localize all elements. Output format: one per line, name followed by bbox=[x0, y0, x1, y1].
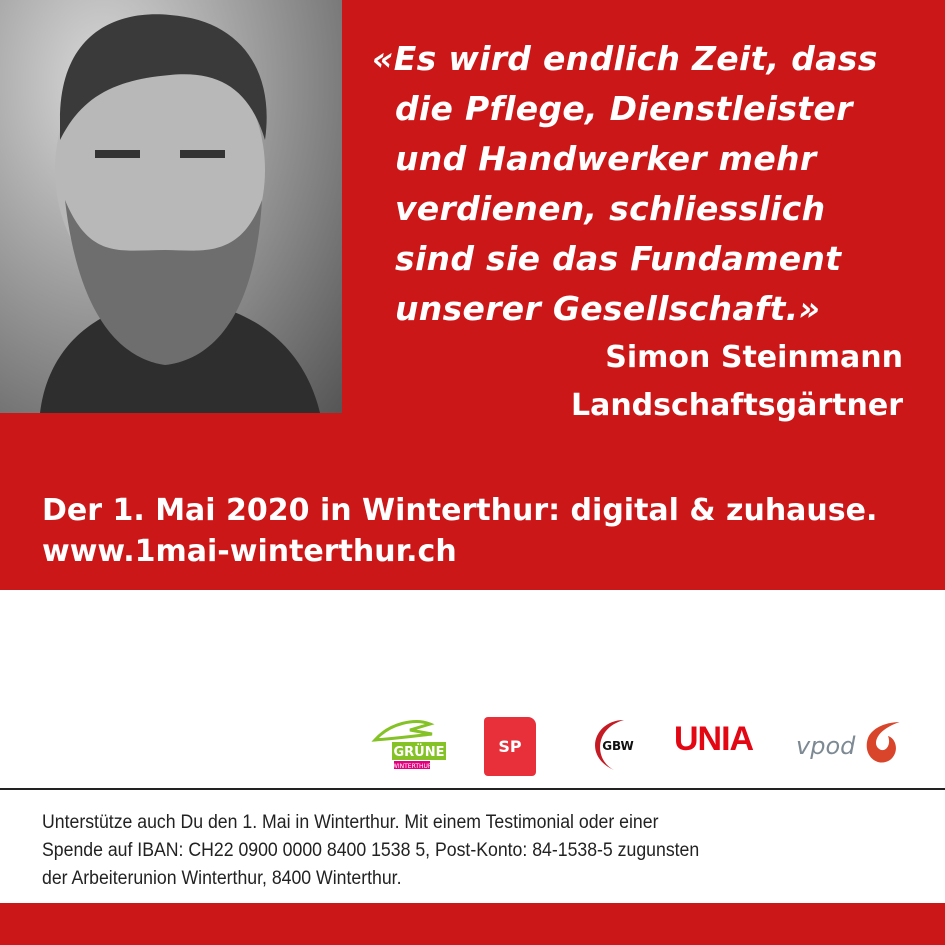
quote-line: die Pflege, Dienstleister bbox=[395, 89, 853, 128]
donation-info: Unterstütze auch Du den 1. Mai in Winter… bbox=[42, 809, 699, 893]
vpod-logo: vpod bbox=[796, 716, 908, 772]
svg-text:WINTERTHUR: WINTERTHUR bbox=[392, 763, 432, 770]
info-line: Spende auf IBAN: CH22 0900 0000 8400 153… bbox=[42, 840, 700, 861]
attribution: Simon Steinmann Landschaftsgärtner bbox=[571, 334, 903, 430]
quote-line: und Handwerker mehr bbox=[395, 139, 817, 178]
event-line: Der 1. Mai 2020 in Winterthur: digital &… bbox=[42, 493, 878, 528]
gruene-logo: GRÜNE WINTERTHUR bbox=[370, 718, 446, 774]
event-info: Der 1. Mai 2020 in Winterthur: digital &… bbox=[42, 490, 877, 572]
red-footer-bar bbox=[0, 903, 945, 945]
svg-text:GBW: GBW bbox=[602, 739, 634, 753]
person-name: Simon Steinmann bbox=[605, 340, 903, 375]
partner-logos: GRÜNE WINTERTHUR SP GBW UNIA vpod bbox=[368, 712, 908, 778]
portrait-photo bbox=[0, 0, 342, 413]
quote-line: verdienen, schliesslich bbox=[395, 189, 826, 228]
svg-text:GRÜNE: GRÜNE bbox=[394, 744, 445, 760]
svg-text:vpod: vpod bbox=[796, 732, 856, 760]
quote-line: unserer Gesellschaft.» bbox=[395, 289, 821, 328]
divider bbox=[0, 788, 945, 790]
event-url[interactable]: www.1mai-winterthur.ch bbox=[42, 531, 877, 572]
quote: «Es wird endlich Zeit, dass die Pflege, … bbox=[372, 34, 878, 334]
person-job: Landschaftsgärtner bbox=[570, 388, 903, 423]
unia-logo: UNIA bbox=[674, 720, 754, 758]
quote-line: «Es wird endlich Zeit, dass bbox=[372, 39, 878, 78]
sp-logo: SP bbox=[484, 717, 536, 776]
quote-line: sind sie das Fundament bbox=[395, 239, 842, 278]
gbw-logo: GBW bbox=[584, 716, 640, 772]
info-line: der Arbeiterunion Winterthur, 8400 Winte… bbox=[42, 868, 402, 889]
info-line: Unterstütze auch Du den 1. Mai in Winter… bbox=[42, 812, 659, 833]
